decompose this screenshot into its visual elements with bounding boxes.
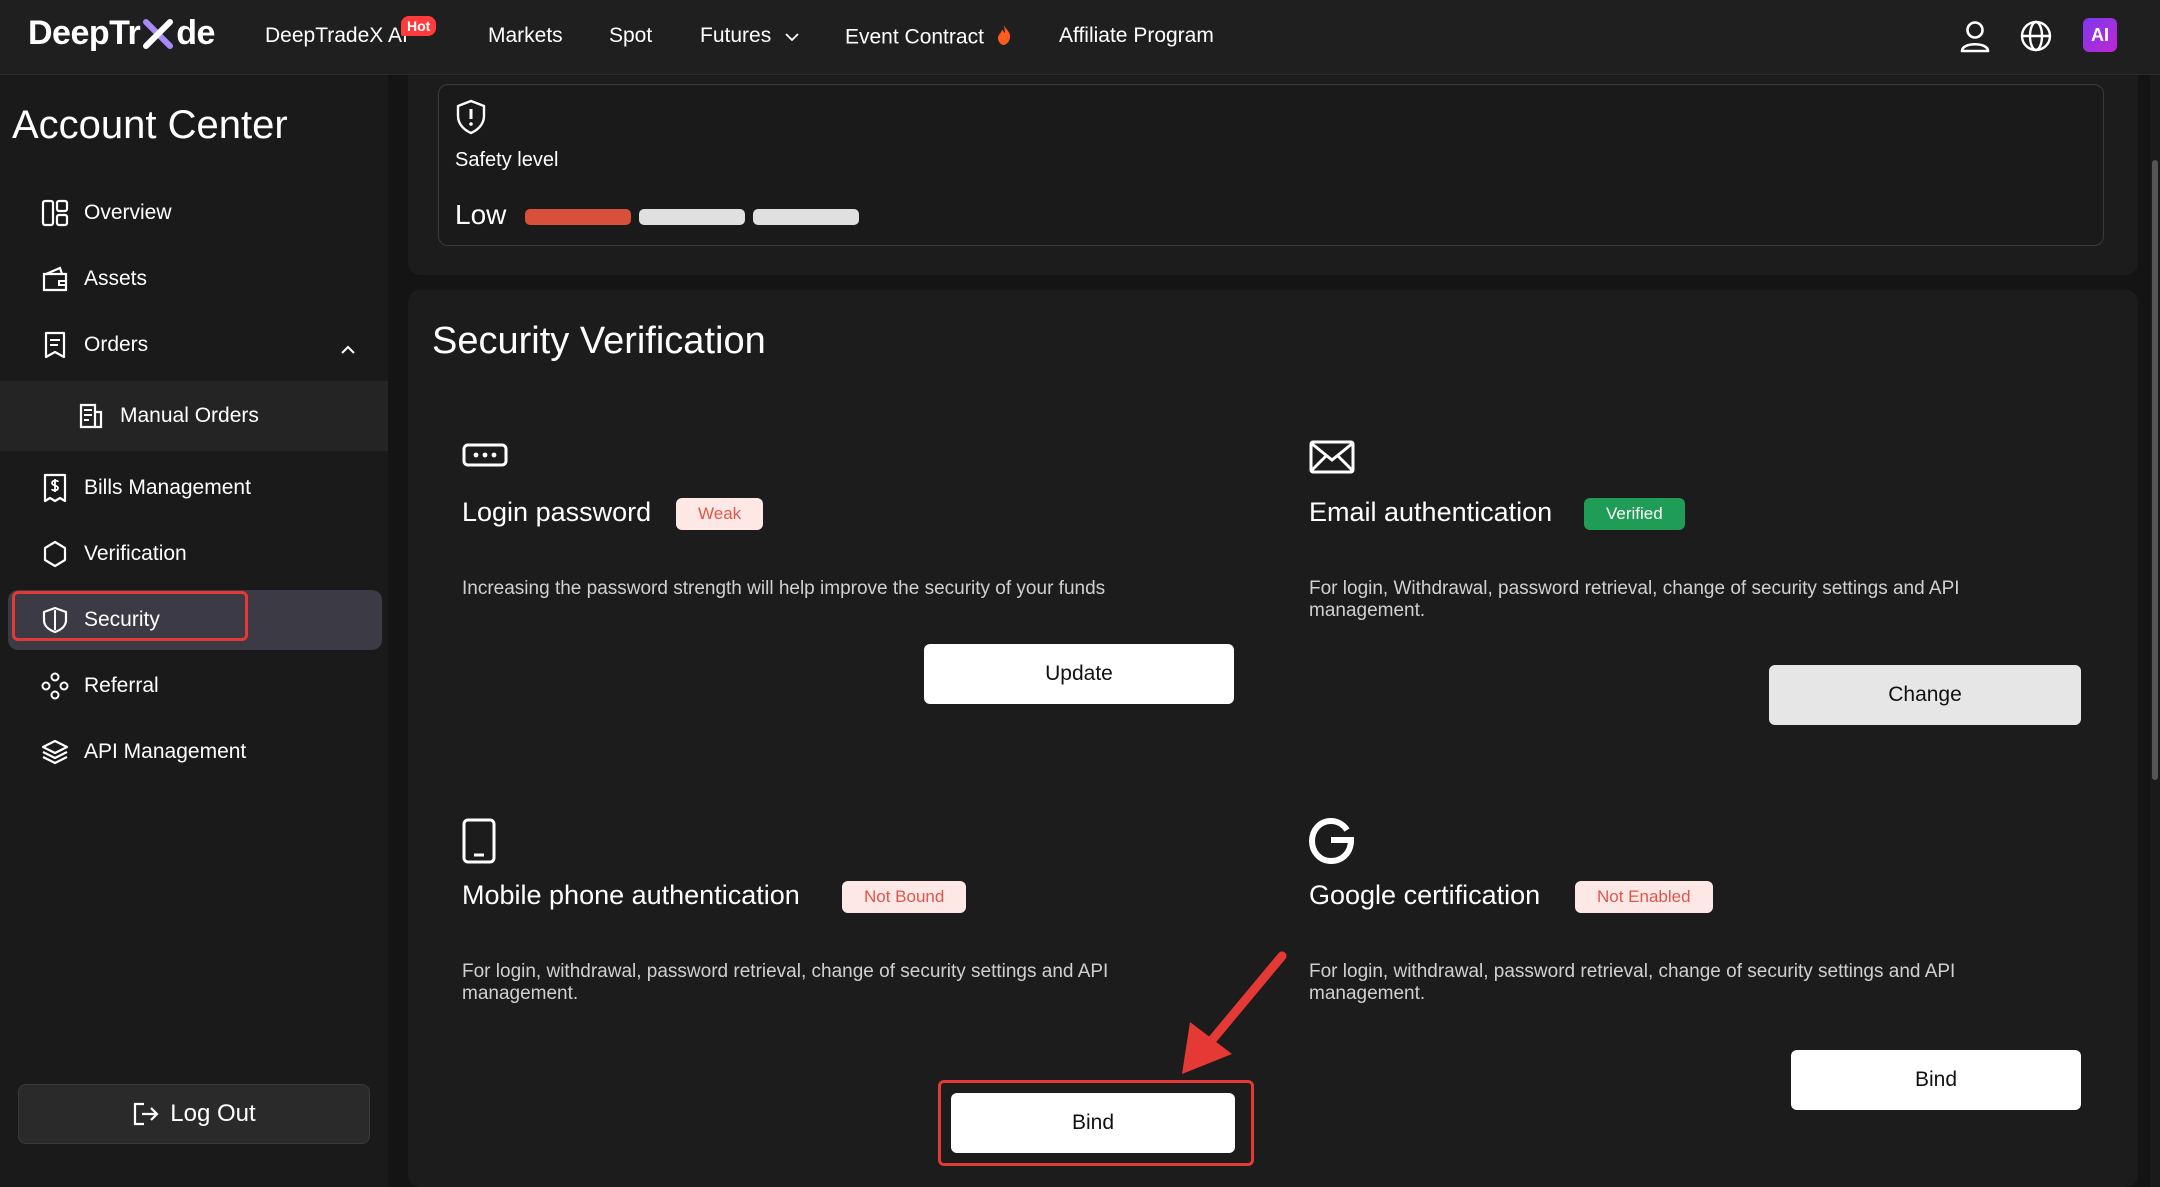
- card-title: Login password: [462, 497, 652, 527]
- card-description: For login, withdrawal, password retrieva…: [462, 961, 1109, 1004]
- logo-x-mark: [141, 17, 175, 51]
- update-button[interactable]: Update: [924, 644, 1234, 704]
- user-icon[interactable]: [1955, 16, 1995, 56]
- security-highlight-frame: [12, 591, 248, 641]
- wallet-icon: [40, 264, 70, 294]
- card-title: Mobile phone authentication: [462, 880, 800, 910]
- change-button[interactable]: Change: [1769, 665, 2081, 725]
- card-title: Email authentication: [1309, 497, 1553, 527]
- logout-icon: [132, 1101, 160, 1127]
- logo[interactable]: DeepTr de: [28, 14, 215, 53]
- nav-futures-label: Futures: [700, 24, 772, 47]
- sidebar-item-label: Manual Orders: [120, 404, 259, 427]
- arrow-annotation-icon: [1170, 950, 1290, 1085]
- flame-icon: [996, 24, 1012, 52]
- nav-spot[interactable]: Spot: [609, 24, 652, 48]
- google-icon: [1308, 817, 1355, 869]
- verification-icon: [40, 539, 70, 569]
- status-badge: Not Bound: [842, 881, 967, 913]
- globe-icon[interactable]: [2016, 16, 2056, 56]
- logo-text-start: DeepTr: [28, 14, 141, 52]
- orders-icon: [40, 330, 70, 360]
- status-badge: Not Enabled: [1575, 881, 1713, 913]
- mail-icon: [1309, 440, 1355, 479]
- hot-badge: Hot: [401, 16, 437, 36]
- safety-level-bars: [525, 209, 859, 225]
- sidebar-item-label: Orders: [84, 333, 149, 356]
- bind-highlight-frame: [938, 1080, 1254, 1166]
- ai-assistant-icon[interactable]: AI: [2083, 18, 2117, 52]
- safety-level-label: Safety level: [455, 149, 559, 171]
- sidebar-item-verification[interactable]: Verification: [0, 524, 388, 584]
- login-password-card: Login password Weak Increasing the passw…: [462, 440, 1242, 720]
- sidebar-item-assets[interactable]: Assets: [0, 249, 388, 309]
- sidebar-title: Account Center: [12, 103, 288, 147]
- safety-level-panel: Safety level Low: [438, 84, 2104, 246]
- section-title: Security Verification: [432, 320, 766, 362]
- status-badge: Weak: [676, 498, 764, 530]
- email-auth-card: Email authentication Verified For login,…: [1309, 440, 2089, 730]
- phone-icon: [462, 818, 496, 869]
- sidebar-item-referral[interactable]: Referral: [0, 656, 388, 716]
- safety-level-value: Low: [455, 199, 507, 230]
- nav-event-contract[interactable]: Event Contract: [845, 24, 1012, 52]
- bind-google-button[interactable]: Bind: [1791, 1050, 2081, 1110]
- scrollbar-thumb[interactable]: [2152, 160, 2158, 780]
- nav-markets[interactable]: Markets: [488, 24, 563, 48]
- sidebar-item-api-management[interactable]: API Management: [0, 722, 388, 782]
- manual-orders-icon: [76, 401, 106, 431]
- chevron-down-icon: [785, 24, 799, 48]
- overview-icon: [40, 198, 70, 228]
- card-description: Increasing the password strength will he…: [462, 578, 1106, 599]
- card-title: Google certification: [1309, 880, 1541, 910]
- sidebar-item-label: Overview: [84, 201, 172, 224]
- shield-alert-icon: [455, 99, 487, 140]
- sidebar-item-overview[interactable]: Overview: [0, 183, 388, 243]
- referral-icon: [40, 671, 70, 701]
- top-navbar: DeepTr de DeepTradeX AI Hot Markets Spot…: [0, 0, 2160, 75]
- logo-text-end: de: [176, 14, 215, 52]
- safety-level-segment: [639, 209, 745, 225]
- sidebar-item-bills-management[interactable]: Bills Management: [0, 458, 388, 518]
- card-description: For login, withdrawal, password retrieva…: [1309, 961, 1956, 1004]
- password-icon: [462, 440, 508, 475]
- card-description: For login, Withdrawal, password retrieva…: [1309, 578, 1960, 621]
- logout-button[interactable]: Log Out: [18, 1084, 370, 1144]
- safety-level-segment: [525, 209, 631, 225]
- bills-icon: [40, 473, 70, 503]
- nav-affiliate-program[interactable]: Affiliate Program: [1059, 24, 1214, 48]
- sidebar-item-manual-orders[interactable]: Manual Orders: [0, 381, 388, 451]
- sidebar-item-label: Verification: [84, 542, 187, 565]
- nav-deeptradex-ai[interactable]: DeepTradeX AI: [265, 24, 408, 48]
- logout-label: Log Out: [170, 1100, 256, 1127]
- sidebar-item-label: API Management: [84, 740, 247, 763]
- safety-level-segment: [753, 209, 859, 225]
- nav-event-contract-label: Event Contract: [845, 25, 984, 49]
- google-auth-card: Google certification Not Enabled For log…: [1308, 817, 2089, 1118]
- sidebar-item-orders[interactable]: Orders: [0, 315, 388, 375]
- status-badge: Verified: [1584, 498, 1685, 530]
- sidebar-item-label: Assets: [84, 267, 148, 290]
- sidebar-item-label: Referral: [84, 674, 159, 697]
- layers-icon: [40, 737, 70, 767]
- sidebar-item-label: Bills Management: [84, 476, 251, 499]
- chevron-up-icon[interactable]: [340, 337, 356, 361]
- nav-futures[interactable]: Futures: [700, 24, 799, 48]
